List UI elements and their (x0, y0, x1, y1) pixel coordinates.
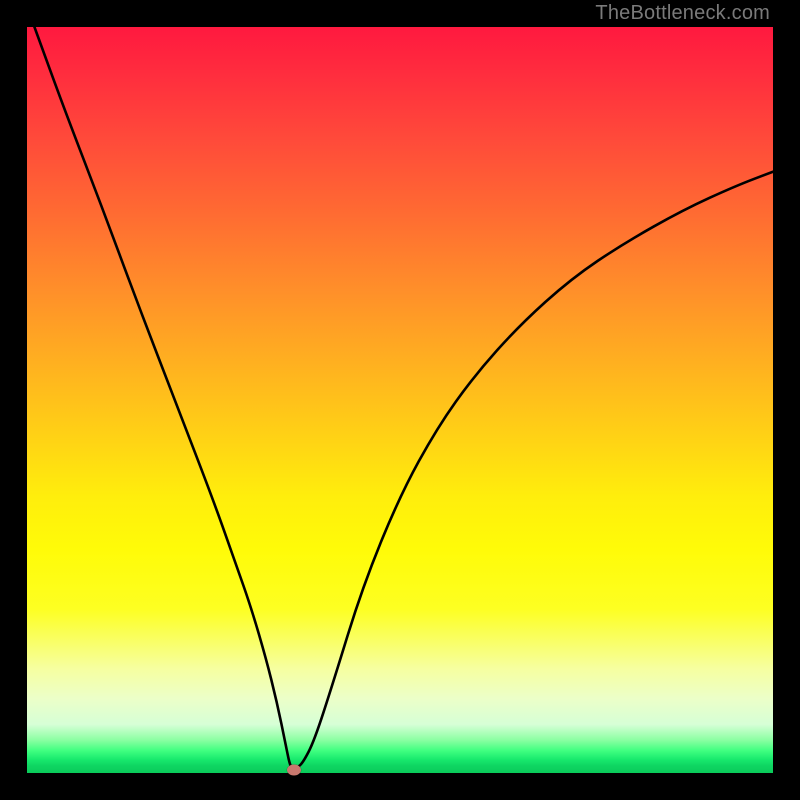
bottleneck-minimum-marker (287, 764, 301, 775)
watermark-text: TheBottleneck.com (595, 2, 770, 25)
plot-area (27, 27, 773, 773)
bottleneck-curve (27, 27, 773, 773)
chart-frame: TheBottleneck.com (0, 0, 800, 800)
